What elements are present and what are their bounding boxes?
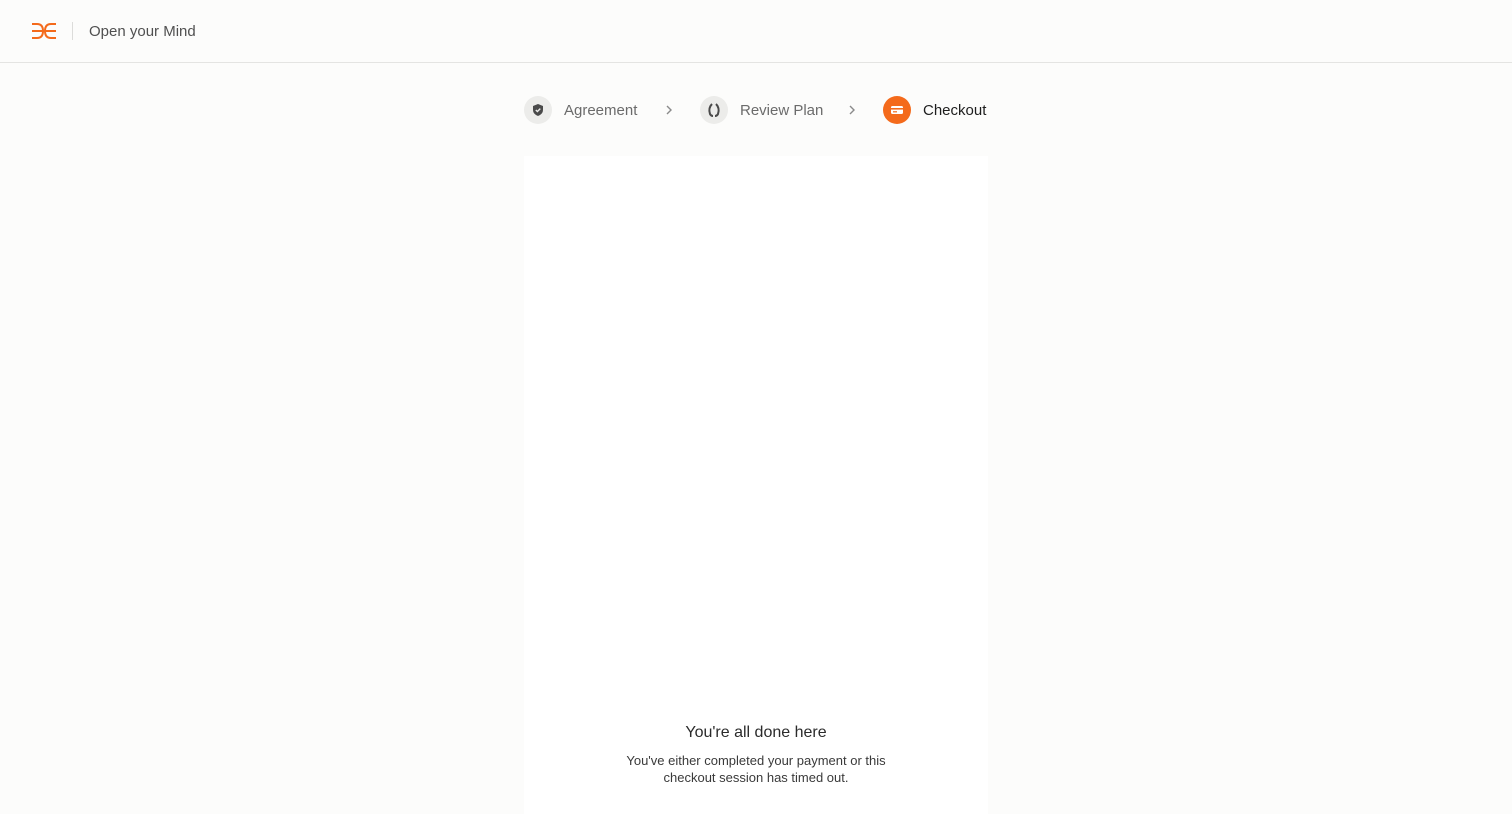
done-message: You've either completed your payment or … [626, 753, 886, 785]
brand-logo-icon[interactable] [31, 22, 57, 40]
done-title: You're all done here [685, 724, 827, 741]
brand-title: Open your Mind [89, 23, 196, 40]
header-divider [72, 22, 73, 40]
checkout-message: You're all done here You've either compl… [524, 0, 988, 814]
